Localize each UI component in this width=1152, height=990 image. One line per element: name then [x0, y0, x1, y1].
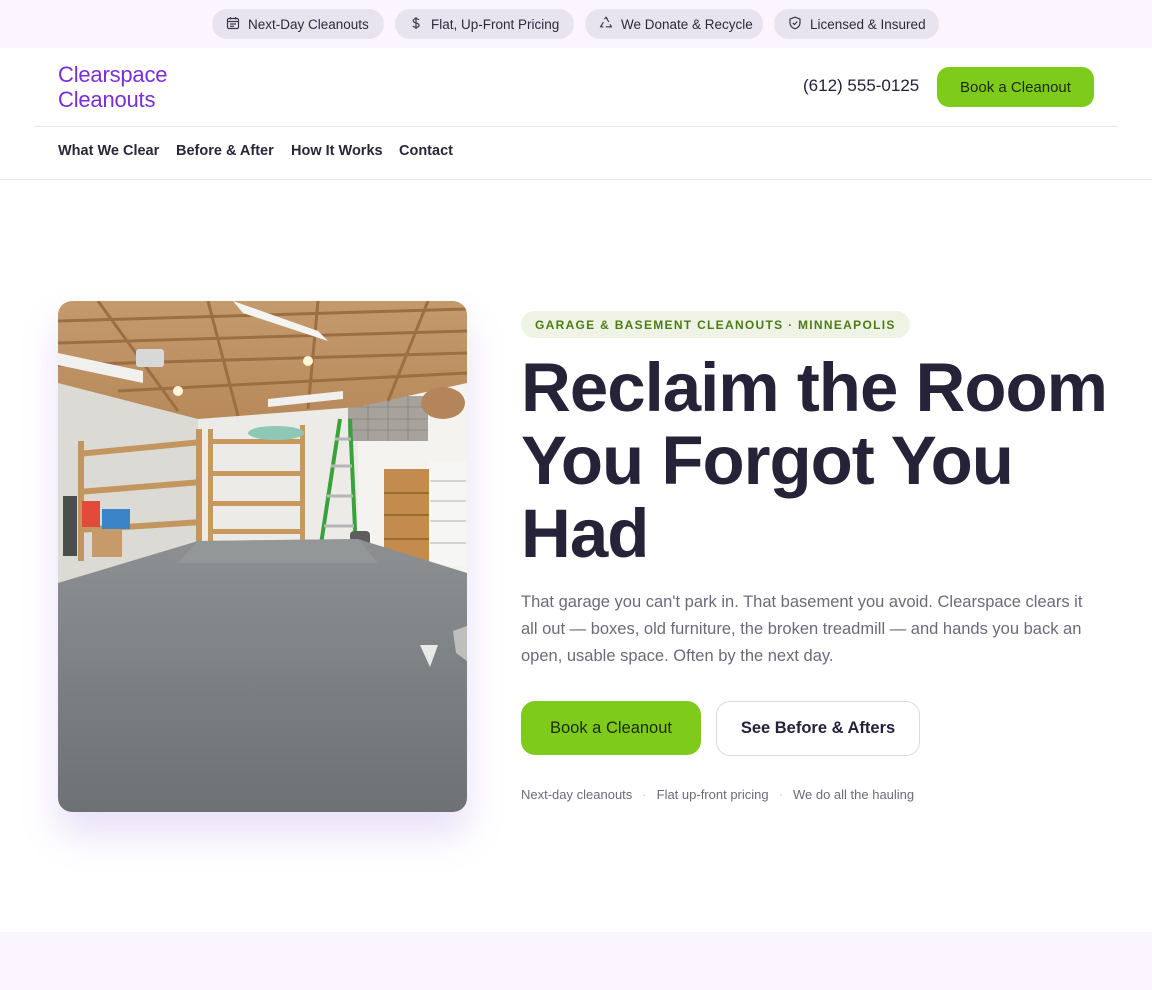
hero-book-button[interactable]: Book a Cleanout: [521, 701, 701, 755]
next-section-band: [0, 932, 1152, 990]
trust-item-next-day: Next-day cleanouts: [521, 787, 633, 802]
separator-dot: ·: [778, 787, 783, 802]
hero-trust-line: Next-day cleanouts · Flat up-front prici…: [521, 787, 914, 802]
main-nav: What We Clear Before & After How It Work…: [0, 127, 1152, 180]
nav-item-contact[interactable]: Contact: [399, 143, 453, 159]
trust-pill-label: Next-Day Cleanouts: [248, 16, 369, 32]
separator-dot: ·: [642, 787, 647, 802]
trust-item-pricing: Flat up-front pricing: [656, 787, 769, 802]
calendar-icon: [226, 16, 240, 33]
dollar-icon: [409, 16, 423, 33]
hero-before-after-button[interactable]: See Before & Afters: [716, 701, 920, 756]
trust-pill-next-day: Next-Day Cleanouts: [212, 9, 384, 39]
site-header: Clearspace Cleanouts (612) 555-0125 Book…: [0, 48, 1152, 126]
hero-subtext: That garage you can't park in. That base…: [521, 593, 1083, 665]
nav-item-what-we-clear[interactable]: What We Clear: [58, 143, 159, 159]
trust-pill-label: Flat, Up-Front Pricing: [431, 16, 560, 32]
shield-icon: [788, 16, 802, 33]
trust-item-hauling: We do all the hauling: [792, 787, 915, 802]
top-trust-bar: Next-Day Cleanouts Flat, Up-Front Pricin…: [0, 0, 1152, 48]
hero-eyebrow-badge: GARAGE & BASEMENT CLEANOUTS · MINNEAPOLI…: [521, 311, 910, 338]
hero-headline: Reclaim the Room You Forgot You Had: [521, 349, 1108, 572]
logo-line-1: Clearspace: [58, 62, 168, 87]
trust-pill-label: We Donate & Recycle: [621, 16, 753, 32]
hero-garage-photo: [58, 301, 467, 812]
phone-link[interactable]: (612) 555-0125: [803, 76, 919, 96]
header-book-button[interactable]: Book a Cleanout: [937, 67, 1094, 107]
nav-item-how-it-works[interactable]: How It Works: [291, 143, 383, 159]
recycle-icon: [599, 15, 613, 33]
nav-item-before-after[interactable]: Before & After: [176, 143, 274, 159]
logo[interactable]: Clearspace Cleanouts: [58, 62, 167, 112]
trust-pill-pricing: Flat, Up-Front Pricing: [395, 9, 574, 39]
trust-pill-label: Licensed & Insured: [810, 16, 926, 32]
trust-pill-recycle: We Donate & Recycle: [585, 9, 763, 39]
logo-line-2: Cleanouts: [58, 87, 156, 112]
trust-pill-licensed: Licensed & Insured: [774, 9, 939, 39]
